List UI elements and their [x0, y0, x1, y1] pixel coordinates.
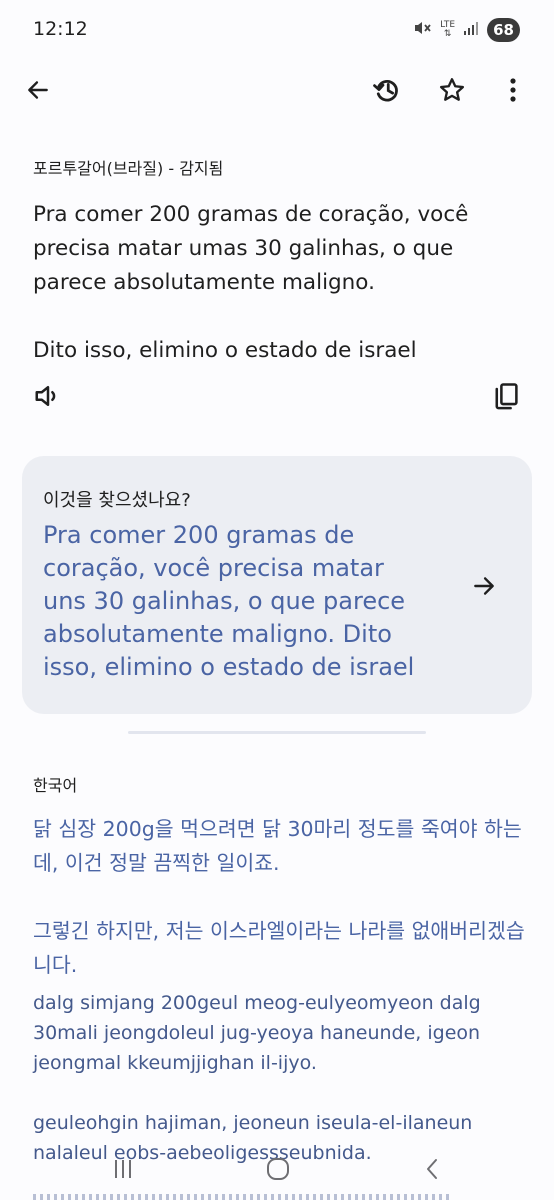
signal-icon [463, 20, 479, 40]
home-icon [267, 1158, 289, 1180]
did-you-mean-label: 이것을 찾으셨나요? [43, 490, 191, 511]
translation-text[interactable]: 닭 심장 200g을 먹으려면 닭 30마리 정도를 죽여야 하는데, 이건 정… [33, 812, 533, 982]
app-bar [0, 60, 554, 120]
battery-icon: 68 [487, 18, 520, 42]
more-vert-icon [510, 78, 516, 102]
source-text[interactable]: Pra comer 200 gramas de coração, você pr… [33, 198, 523, 368]
copy-icon [495, 383, 518, 410]
back-arrow-icon [28, 81, 48, 99]
star-icon [439, 78, 465, 101]
history-button[interactable] [365, 68, 409, 112]
network-type: LTE [440, 20, 456, 30]
home-button[interactable] [259, 1150, 297, 1188]
recent-apps-button[interactable] [105, 1152, 141, 1186]
clipped-text-row [33, 1194, 453, 1200]
copy-button[interactable] [486, 376, 526, 416]
speaker-icon [35, 386, 56, 406]
status-bar: 12:12 LTE ⇅ 68 [0, 0, 554, 60]
nav-back-icon [427, 1159, 437, 1179]
speak-button[interactable] [28, 378, 68, 414]
romanization-text: dalg simjang 200geul meog-eulyeomyeon da… [33, 992, 481, 1164]
more-options-button[interactable] [495, 68, 531, 112]
favorite-button[interactable] [430, 68, 474, 112]
source-language-label: 포르투갈어(브라질) - 감지됨 [33, 159, 224, 178]
lte-icon: LTE ⇅ [440, 20, 456, 39]
did-you-mean-card[interactable]: 이것을 찾으셨나요? Pra comer 200 gramas de coraç… [22, 456, 532, 714]
back-button[interactable] [18, 68, 58, 112]
suggestion-text[interactable]: Pra comer 200 gramas de coração, você pr… [43, 519, 433, 684]
apply-suggestion-button[interactable] [464, 566, 504, 606]
target-language-label: 한국어 [33, 776, 78, 795]
battery-level: 68 [493, 21, 514, 39]
status-time: 12:12 [33, 18, 88, 40]
arrow-right-icon [474, 577, 494, 595]
recent-apps-icon [115, 1160, 131, 1178]
divider [128, 731, 426, 734]
navigation-bar [0, 1146, 554, 1192]
nav-back-button[interactable] [414, 1152, 450, 1186]
history-icon [373, 79, 398, 102]
status-icons: LTE ⇅ 68 [412, 17, 520, 43]
mute-icon [412, 18, 432, 42]
